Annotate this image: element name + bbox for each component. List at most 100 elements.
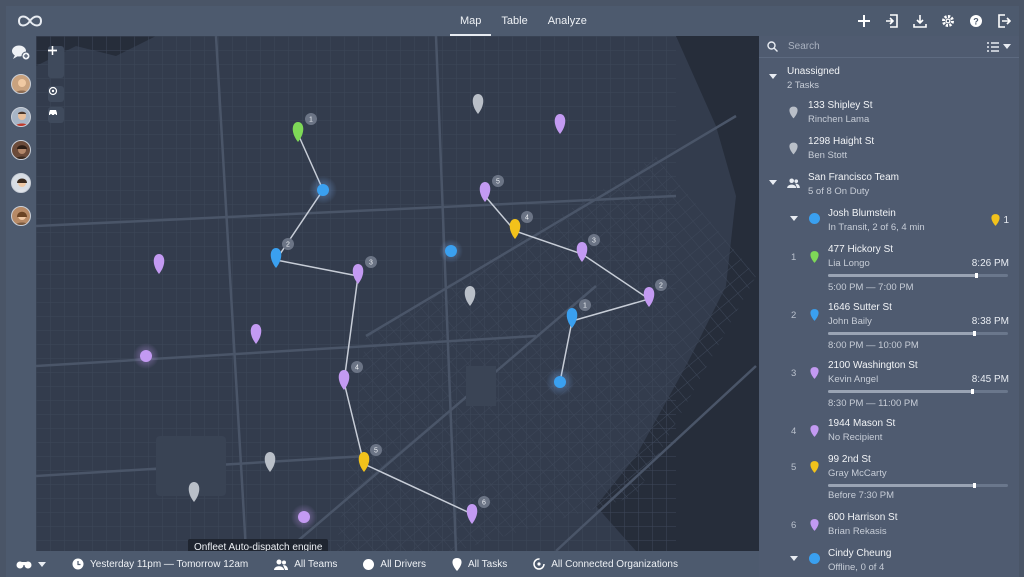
list-options-button[interactable] <box>987 41 1011 52</box>
unassigned-group-header[interactable]: Unassigned 2 Tasks <box>759 66 1019 94</box>
progress-fill <box>828 274 976 277</box>
import-icon[interactable] <box>883 12 901 30</box>
task-address: 477 Hickory St <box>828 244 894 255</box>
plus-icon[interactable] <box>855 12 873 30</box>
collapse-caret-icon <box>790 556 798 561</box>
locate-button[interactable] <box>48 86 64 102</box>
team-icon <box>274 559 289 570</box>
team-group-header[interactable]: San Francisco Team 5 of 8 On Duty <box>759 172 1019 200</box>
progress-fill <box>828 484 974 487</box>
pin-badge: 6 <box>482 500 486 507</box>
list-item[interactable]: 1 477 Hickory St Lia Longo 8:26 PM 5:00 … <box>759 244 1019 296</box>
task-window: 8:30 PM — 11:00 PM <box>828 398 919 409</box>
time-range-filter[interactable]: Yesterday 11pm — Tomorrow 12am <box>72 558 248 570</box>
logout-icon[interactable] <box>995 12 1013 30</box>
drivers-filter[interactable]: All Drivers <box>363 558 426 570</box>
task-index: 2 <box>791 310 797 321</box>
organizations-filter[interactable]: All Connected Organizations <box>533 558 678 570</box>
pin-icon <box>810 251 819 263</box>
assigned-badge: 1 <box>991 214 1009 226</box>
search-input[interactable] <box>788 41 987 52</box>
pin-icon <box>789 106 798 119</box>
view-tabs: Map Table Analyze <box>450 6 597 36</box>
pin-badge: 3 <box>369 260 373 267</box>
driver-dot[interactable] <box>445 245 457 257</box>
list-item[interactable]: 4 1944 Mason St No Recipient <box>759 418 1019 448</box>
filter-bar: Yesterday 11pm — Tomorrow 12am All Teams… <box>6 551 759 577</box>
task-recipient: Ben Stott <box>808 150 848 161</box>
teams-filter[interactable]: All Teams <box>274 559 337 570</box>
task-index: 1 <box>791 252 797 263</box>
pin-badge: 5 <box>374 448 378 455</box>
driver-dot[interactable] <box>317 184 329 196</box>
driver-name: Cindy Cheung <box>828 548 892 559</box>
list-item[interactable]: 3 2100 Washington St Kevin Angel 8:45 PM… <box>759 360 1019 412</box>
tab-analyze[interactable]: Analyze <box>538 6 597 36</box>
search-row <box>759 36 1019 58</box>
pin-badge: 3 <box>592 238 596 245</box>
tab-map[interactable]: Map <box>450 6 492 36</box>
target-icon <box>48 86 58 96</box>
list-item[interactable]: 6 600 Harrison St Brian Rekasis <box>759 512 1019 542</box>
top-bar: Map Table Analyze ? <box>6 6 1019 36</box>
pin-icon <box>810 519 819 531</box>
pin-badge: 2 <box>286 242 290 249</box>
map-view[interactable]: 1 2 3 4 5 6 1 2 3 4 5 Onfleet Auto-dispa… <box>36 36 759 551</box>
avatar[interactable] <box>11 173 31 193</box>
binoculars-icon <box>16 561 32 569</box>
assigned-count: 1 <box>1003 214 1009 226</box>
help-icon[interactable]: ? <box>967 12 985 30</box>
task-recipient: Rinchen Lama <box>808 114 870 125</box>
driver-name: Josh Blumstein <box>828 208 896 219</box>
svg-text:?: ? <box>973 17 979 27</box>
traffic-button[interactable] <box>48 107 64 123</box>
task-eta: 8:26 PM <box>971 258 1009 269</box>
tasks-filter[interactable]: All Tasks <box>452 557 507 571</box>
pin-badge: 2 <box>659 283 663 290</box>
driver-dot[interactable] <box>140 350 152 362</box>
gear-icon[interactable] <box>939 12 957 30</box>
search-icon <box>767 41 778 52</box>
pin-badge: 4 <box>355 365 359 372</box>
driver-dot[interactable] <box>298 511 310 523</box>
unassigned-title: Unassigned <box>787 66 840 77</box>
task-window: 5:00 PM — 7:00 PM <box>828 282 914 293</box>
chat-add-icon[interactable] <box>11 44 31 62</box>
driver-row[interactable]: Josh Blumstein In Transit, 2 of 6, 4 min… <box>759 208 1019 238</box>
avatar[interactable] <box>11 206 31 226</box>
task-window: 8:00 PM — 10:00 PM <box>828 340 919 351</box>
driver-row[interactable]: Cindy Cheung Offline, 0 of 4 <box>759 548 1019 577</box>
chevron-down-icon <box>38 561 46 567</box>
autodispatch-tooltip: Onfleet Auto-dispatch engine <box>188 539 329 551</box>
task-address: 1944 Mason St <box>828 418 896 429</box>
task-eta: 8:45 PM <box>971 374 1009 385</box>
pin-icon <box>991 214 1001 226</box>
pin-icon <box>810 461 819 473</box>
task-progress-bar <box>828 273 1008 278</box>
list-item[interactable]: 133 Shipley St Rinchen Lama <box>759 100 1019 130</box>
list-item[interactable]: 2 1646 Sutter St John Baily 8:38 PM 8:00… <box>759 302 1019 354</box>
unassigned-count: 2 Tasks <box>787 80 820 91</box>
view-options-button[interactable] <box>16 559 46 569</box>
list-item[interactable]: 5 99 2nd St Gray McCarty Before 7:30 PM <box>759 454 1019 501</box>
tab-table[interactable]: Table <box>491 6 537 36</box>
task-index: 6 <box>791 520 797 531</box>
progress-fill <box>828 332 974 335</box>
avatar[interactable] <box>11 107 31 127</box>
list-item[interactable]: 1298 Haight St Ben Stott <box>759 136 1019 166</box>
zoom-out-button[interactable] <box>48 49 64 78</box>
collapse-caret-icon <box>769 74 777 79</box>
task-recipient: Lia Longo <box>828 258 870 269</box>
team-name: San Francisco Team <box>808 172 899 183</box>
driver-status-dot-icon <box>809 213 820 224</box>
avatar[interactable] <box>11 74 31 94</box>
avatar[interactable] <box>11 140 31 160</box>
task-progress-bar <box>828 389 1008 394</box>
download-icon[interactable] <box>911 12 929 30</box>
driver-dot[interactable] <box>554 376 566 388</box>
task-recipient: Brian Rekasis <box>828 526 887 537</box>
clock-icon <box>72 558 84 570</box>
pin-icon <box>810 425 819 437</box>
task-index: 4 <box>791 426 797 437</box>
task-index: 5 <box>791 462 797 473</box>
